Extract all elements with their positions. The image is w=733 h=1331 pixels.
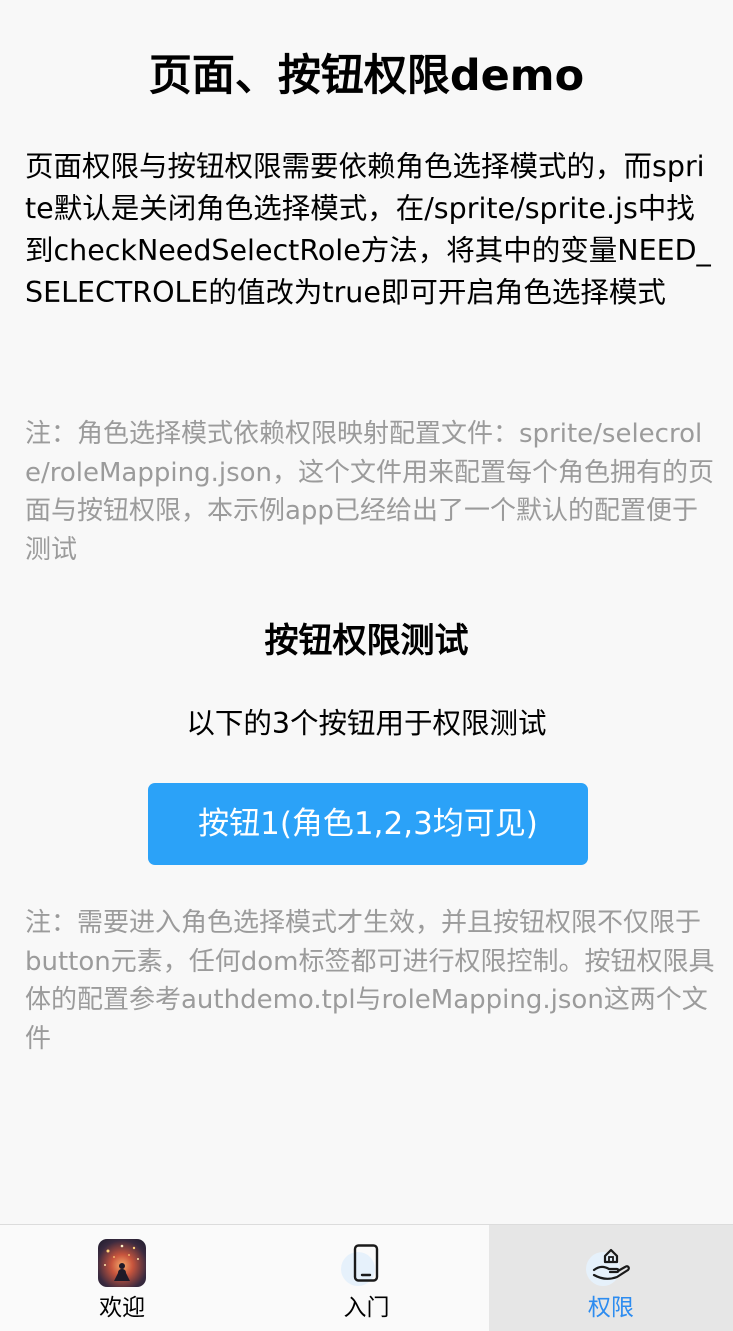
button-note: 注：需要进入角色选择模式才生效，并且按钮权限不仅限于button元素，任何dom…: [25, 908, 715, 1054]
hand-house-icon: [585, 1238, 636, 1288]
tab-bar: 欢迎 入门 权限: [0, 1224, 733, 1331]
tab-label-getting-started: 入门: [343, 1295, 390, 1321]
section-subtitle: 以下的3个按钮用于权限测试: [186, 707, 547, 740]
phone-icon: [341, 1238, 391, 1288]
tab-permissions[interactable]: 权限: [488, 1225, 733, 1331]
section-title: 按钮权限测试: [264, 621, 469, 661]
role-button-1[interactable]: 按钮1(角色1,2,3均可见): [148, 783, 588, 865]
tab-label-permissions: 权限: [587, 1295, 634, 1321]
tab-label-welcome: 欢迎: [99, 1295, 146, 1321]
mapping-note: 注：角色选择模式依赖权限映射配置文件：sprite/selecrole/role…: [25, 419, 715, 565]
page-title: 页面、按钮权限demo: [148, 51, 585, 101]
tab-getting-started[interactable]: 入门: [244, 1225, 488, 1331]
page-content: 页面、按钮权限demo 页面权限与按钮权限需要依赖角色选择模式的，而sprite…: [0, 0, 733, 1224]
avatar: [97, 1238, 147, 1288]
tab-welcome[interactable]: 欢迎: [0, 1225, 244, 1331]
intro-text: 页面权限与按钮权限需要依赖角色选择模式的，而sprite默认是关闭角色选择模式，…: [25, 150, 711, 309]
